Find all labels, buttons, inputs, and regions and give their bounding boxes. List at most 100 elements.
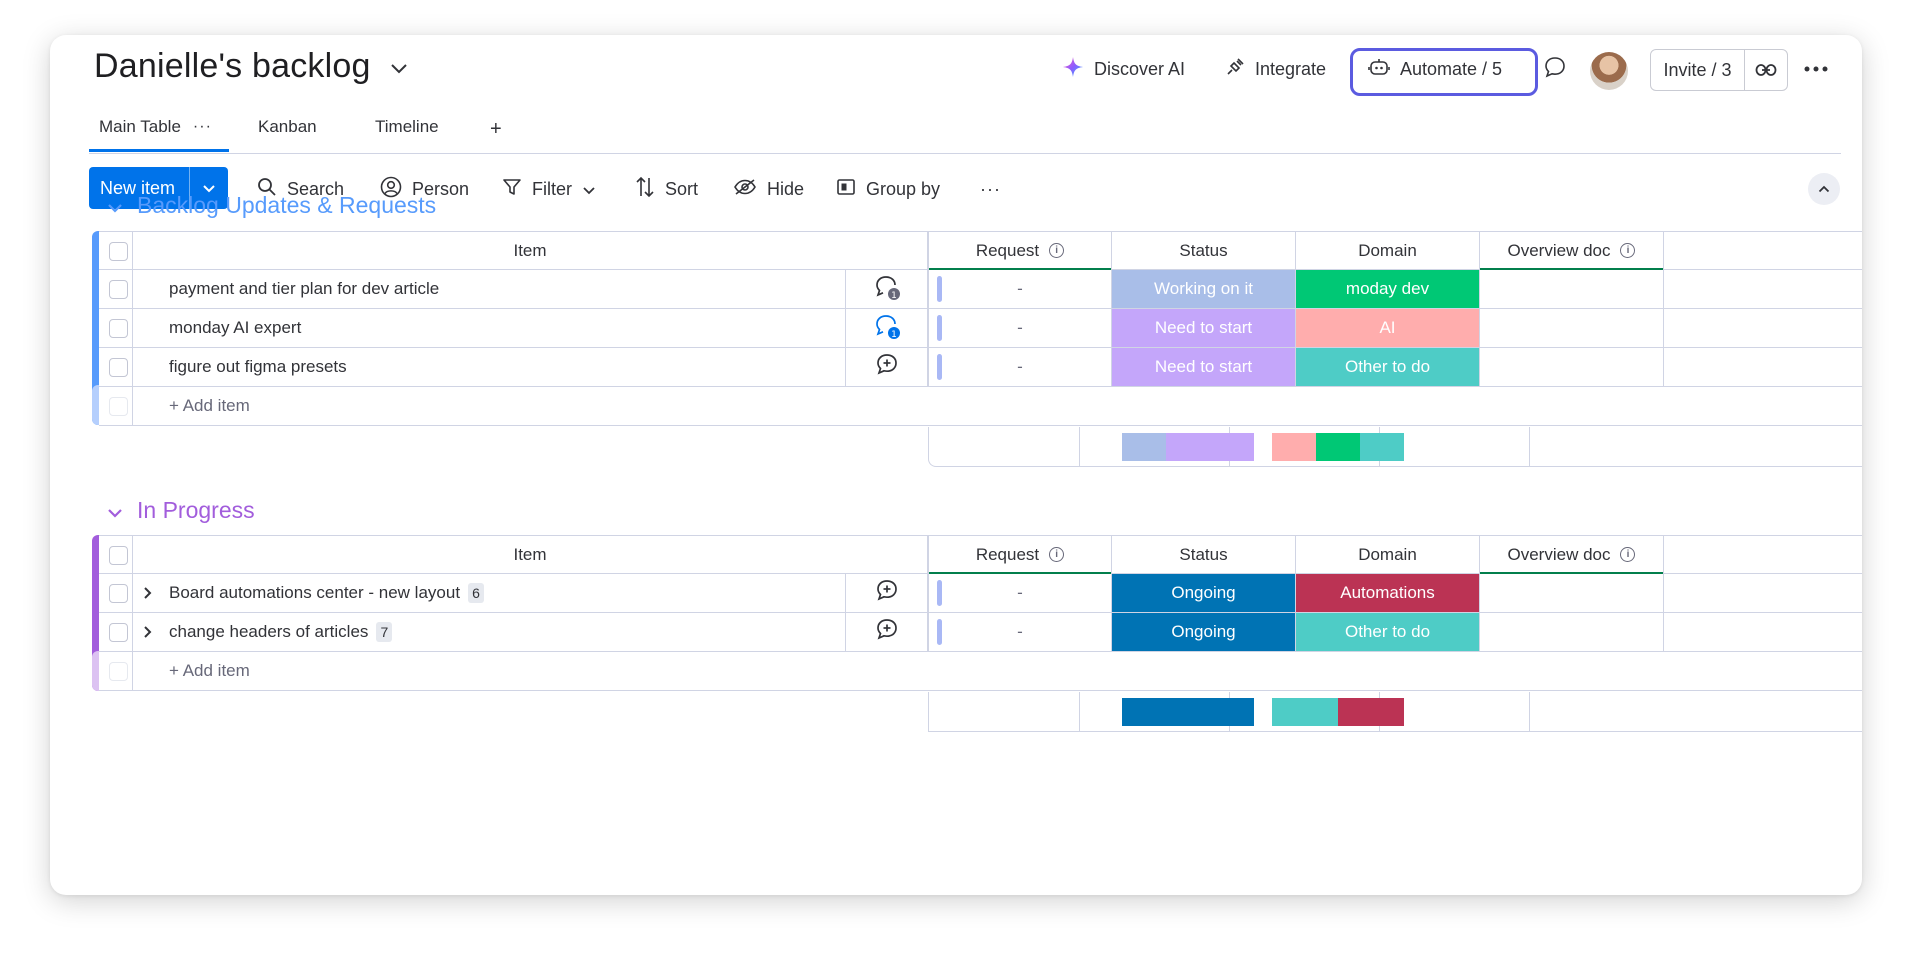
collapse-header-button[interactable]	[1808, 173, 1840, 205]
add-item-row[interactable]: + Add item	[99, 652, 1862, 691]
status-summary-segment[interactable]	[1166, 433, 1254, 461]
chevron-down-icon[interactable]	[390, 59, 408, 80]
chevron-right-icon[interactable]	[143, 586, 169, 600]
discover-ai-button[interactable]: Discover AI	[1062, 47, 1185, 91]
request-cell[interactable]: -	[928, 270, 1112, 308]
item-updates-cell[interactable]	[846, 348, 928, 386]
domain-badge[interactable]: Other to do	[1296, 348, 1480, 386]
item-name[interactable]: Board automations center - new layout	[169, 583, 460, 603]
table-row[interactable]: monday AI expert 1 - Need to start AI	[99, 309, 1862, 348]
domain-badge[interactable]: Other to do	[1296, 613, 1480, 651]
domain-summary-segment[interactable]	[1338, 698, 1404, 726]
item-name[interactable]: change headers of articles	[169, 622, 368, 642]
domain-summary-segment[interactable]	[1272, 698, 1338, 726]
column-header-overview-doc[interactable]: Overview doc i	[1480, 536, 1664, 574]
domain-badge[interactable]: moday dev	[1296, 270, 1480, 308]
table-row[interactable]: Board automations center - new layout 6 …	[99, 574, 1862, 613]
status-badge[interactable]: Working on it	[1112, 270, 1296, 308]
domain-summary-segment[interactable]	[1272, 433, 1316, 461]
status-badge[interactable]: Ongoing	[1112, 613, 1296, 651]
info-icon[interactable]: i	[1620, 547, 1636, 562]
item-name[interactable]: figure out figma presets	[133, 348, 846, 386]
sort-button[interactable]: Sort	[635, 169, 698, 209]
item-updates-cell[interactable]: 1	[846, 270, 928, 308]
group-header-backlog[interactable]: Backlog Updates & Requests	[107, 192, 436, 219]
column-header-overview-doc[interactable]: Overview doc i	[1480, 232, 1664, 270]
column-header-request[interactable]: Request i	[928, 232, 1112, 270]
add-view-button[interactable]: +	[490, 107, 502, 151]
item-updates-cell[interactable]	[846, 574, 928, 612]
domain-badge[interactable]: Automations	[1296, 574, 1480, 612]
overview-doc-cell[interactable]	[1480, 574, 1664, 612]
tab-timeline[interactable]: Timeline	[375, 105, 439, 149]
more-options-icon[interactable]	[1804, 47, 1828, 91]
column-header-request[interactable]: Request i	[928, 536, 1112, 574]
group-header-in-progress[interactable]: In Progress	[107, 497, 255, 524]
row-checkbox[interactable]	[109, 358, 128, 377]
request-cell[interactable]: -	[928, 613, 1112, 651]
domain-badge[interactable]: AI	[1296, 309, 1480, 347]
status-badge[interactable]: Need to start	[1112, 348, 1296, 386]
item-name[interactable]: payment and tier plan for dev article	[133, 270, 846, 308]
add-item-input[interactable]: + Add item	[133, 652, 1033, 690]
add-item-input[interactable]: + Add item	[133, 387, 1033, 425]
tab-main-table[interactable]: Main Table ···	[99, 105, 212, 149]
table-row[interactable]: change headers of articles 7 - Ongoing O…	[99, 613, 1862, 652]
request-cell[interactable]: -	[928, 574, 1112, 612]
row-checkbox[interactable]	[109, 319, 128, 338]
item-cell[interactable]: change headers of articles 7	[133, 613, 846, 651]
info-icon[interactable]: i	[1620, 243, 1636, 258]
board-title[interactable]: Danielle's backlog	[94, 47, 371, 86]
item-updates-cell[interactable]	[846, 613, 928, 651]
overview-doc-cell[interactable]	[1480, 348, 1664, 386]
column-header-status[interactable]: Status	[1112, 536, 1296, 573]
column-header-item[interactable]: Item	[133, 536, 928, 573]
group-title[interactable]: Backlog Updates & Requests	[137, 192, 436, 219]
chevron-down-icon[interactable]	[107, 192, 123, 219]
row-checkbox[interactable]	[109, 584, 128, 603]
row-checkbox[interactable]	[109, 623, 128, 642]
info-icon[interactable]: i	[1049, 243, 1065, 258]
group-by-button[interactable]: Group by	[836, 169, 940, 209]
status-summary-segment[interactable]	[1122, 433, 1166, 461]
avatar[interactable]	[1590, 52, 1628, 90]
chevron-right-icon[interactable]	[143, 625, 169, 639]
hide-button[interactable]: Hide	[733, 169, 804, 209]
subitems-count[interactable]: 7	[376, 622, 393, 642]
overview-doc-cell[interactable]	[1480, 309, 1664, 347]
info-icon[interactable]: i	[1049, 547, 1065, 562]
column-header-status[interactable]: Status	[1112, 232, 1296, 269]
request-cell[interactable]: -	[928, 348, 1112, 386]
table-row[interactable]: figure out figma presets - Need to start…	[99, 348, 1862, 387]
item-updates-cell[interactable]: 1	[846, 309, 928, 347]
request-cell[interactable]: -	[928, 309, 1112, 347]
automate-button[interactable]: Automate / 5	[1368, 47, 1502, 91]
group-title[interactable]: In Progress	[137, 497, 255, 524]
chevron-down-icon[interactable]	[582, 179, 596, 200]
chevron-down-icon[interactable]	[107, 497, 123, 524]
add-item-row[interactable]: + Add item	[99, 387, 1862, 426]
domain-summary-segment[interactable]	[1316, 433, 1360, 461]
row-checkbox[interactable]	[109, 280, 128, 299]
invite-button[interactable]: Invite / 3	[1650, 49, 1788, 91]
column-header-domain[interactable]: Domain	[1296, 536, 1480, 573]
item-name[interactable]: monday AI expert	[133, 309, 846, 347]
filter-button[interactable]: Filter	[502, 169, 596, 209]
table-row[interactable]: payment and tier plan for dev article 1 …	[99, 270, 1862, 309]
select-all-checkbox[interactable]	[109, 546, 128, 565]
overview-doc-cell[interactable]	[1480, 270, 1664, 308]
tab-options-icon[interactable]: ···	[193, 118, 212, 136]
select-all-checkbox[interactable]	[109, 242, 128, 261]
toolbar-more-icon[interactable]: ···	[980, 169, 1001, 209]
overview-doc-cell[interactable]	[1480, 613, 1664, 651]
column-header-domain[interactable]: Domain	[1296, 232, 1480, 269]
status-summary-segment[interactable]	[1122, 698, 1254, 726]
tab-kanban[interactable]: Kanban	[258, 105, 317, 149]
copy-link-icon[interactable]	[1745, 63, 1787, 77]
domain-summary-segment[interactable]	[1360, 433, 1404, 461]
integrate-button[interactable]: Integrate	[1225, 47, 1326, 91]
status-badge[interactable]: Need to start	[1112, 309, 1296, 347]
item-cell[interactable]: Board automations center - new layout 6	[133, 574, 846, 612]
subitems-count[interactable]: 6	[468, 583, 485, 603]
column-header-item[interactable]: Item	[133, 232, 928, 269]
